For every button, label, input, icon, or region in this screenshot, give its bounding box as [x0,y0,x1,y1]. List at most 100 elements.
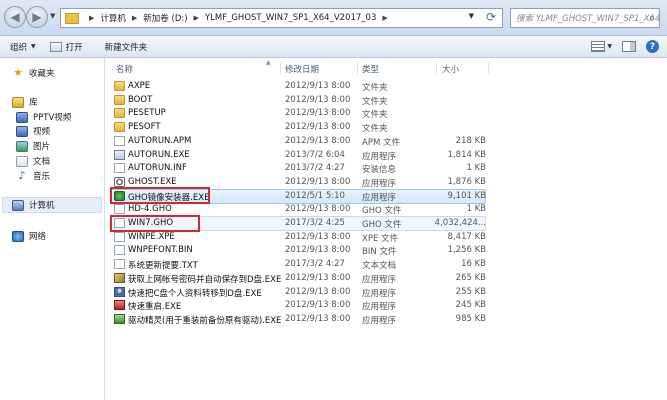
nav-pptv[interactable]: PPTV视频 [16,111,71,123]
back-button[interactable]: ◀ [4,6,26,28]
file-name: AUTORUN.EXE [128,149,190,160]
open-button[interactable]: 打开 [49,41,83,53]
nav-videos-label: 视频 [33,127,51,137]
file-row[interactable]: 驱动精灵(用于重装前备份原有驱动).EXE 2012/9/13 8:00 应用程序 9… [106,313,667,326]
file-size: 9,101 KB [447,190,486,201]
column-divider[interactable] [280,62,281,74]
column-type[interactable]: 类型 [362,63,379,75]
file-icon [114,163,125,174]
file-row[interactable]: AUTORUN.APM 2012/9/13 8:00 APM 文件 218 KB [106,135,667,148]
column-name[interactable]: 名称 [116,63,133,75]
file-row[interactable]: AXPE 2012/9/13 8:00 文件夹 [106,80,667,93]
search-input[interactable]: 搜索 YLMF_GHOST_WIN7_SP1_X64_... ⌕ [510,8,660,28]
file-row[interactable]: PESOFT 2012/9/13 8:00 文件夹 [106,121,667,134]
search-placeholder: 搜索 YLMF_GHOST_WIN7_SP1_X64_... [516,14,660,24]
file-type: 应用程序 [362,151,397,162]
file-row[interactable]: PESETUP 2012/9/13 8:00 文件夹 [106,107,667,120]
file-icon [114,231,125,242]
nav-music[interactable]: ♪ 音乐 [16,169,50,182]
video-icon [16,125,28,137]
file-name: PESOFT [128,122,161,133]
file-row[interactable]: AUTORUN.EXE 2013/7/2 6:04 应用程序 1,814 KB [106,149,667,162]
file-row[interactable]: 获取上网帐号密码并自动保存到D盘.EXE 2012/9/13 8:00 应用程序 26… [106,272,667,285]
change-view-icon[interactable] [591,41,606,52]
address-field[interactable]: ▶ 计算机 ▶ 新加卷 (D:) ▶ YLMF_GHOST_WIN7_SP1_X… [60,8,503,28]
preview-pane-icon[interactable] [622,41,636,52]
breadcrumb-folder[interactable]: YLMF_GHOST_WIN7_SP1_X64_V2017_03 [205,13,376,23]
nav-pictures[interactable]: 图片 [16,140,50,152]
file-name: AXPE [128,81,151,91]
file-type: GHO 文件 [362,220,402,230]
file-row[interactable]: 快速重启.EXE 2012/9/13 8:00 应用程序 245 KB [106,299,667,312]
nav-computer[interactable]: 计算机 [12,199,55,211]
file-modified-date: 2012/9/13 8:00 [285,272,351,283]
document-icon [16,155,28,167]
column-divider[interactable] [357,62,358,74]
column-modified[interactable]: 修改日期 [285,63,319,75]
file-type: 安装信息 [362,165,397,176]
breadcrumb-computer[interactable]: 计算机 [100,12,126,24]
organize-button[interactable]: 组织 ▼ [10,41,36,53]
help-icon[interactable]: ? [646,40,659,53]
file-name: 快速重启.EXE [128,302,182,313]
forward-arrow-icon: ▶ [32,10,42,24]
star-icon: ★ [13,66,23,79]
command-bar: 组织 ▼ 打开 新建文件夹 ▼ ? [0,36,667,58]
column-divider[interactable] [488,62,489,74]
file-modified-date: 2017/3/2 4:27 [285,259,345,270]
nav-documents[interactable]: 文档 [16,155,50,167]
recent-pages-dropdown-icon[interactable]: ▼ [50,12,58,22]
chevron-right-icon[interactable]: ▶ [194,14,199,22]
view-options-chevron-icon[interactable]: ▼ [607,43,612,50]
file-icon [114,245,125,256]
nav-favorites[interactable]: ★ 收藏夹 [12,66,54,79]
nav-videos[interactable]: 视频 [16,125,50,137]
file-modified-date: 2012/9/13 8:00 [285,122,351,133]
file-modified-date: 2012/9/13 8:00 [285,231,351,242]
file-row[interactable]: WNPEFONT.BIN 2012/9/13 8:00 BIN 文件 1,256 KB [106,244,667,257]
breadcrumb-drive-d[interactable]: 新加卷 (D:) [143,12,187,24]
file-row[interactable]: 快速把C盘个人资料转移到D盘.EXE 2012/9/13 8:00 应用程序 255 … [106,286,667,299]
file-type: 文本文档 [362,261,397,272]
music-icon: ♪ [18,169,26,182]
column-divider[interactable] [436,62,437,74]
file-size: 8,417 KB [447,231,486,242]
new-folder-button[interactable]: 新建文件夹 [105,41,148,53]
nav-documents-label: 文档 [33,157,51,167]
file-size: 1,814 KB [447,149,486,160]
highlight-box-gho-installer [110,187,210,204]
chevron-right-icon[interactable]: ▶ [382,14,387,22]
file-row[interactable]: 系统更新提要.TXT 2017/3/2 4:27 文本文档 16 KB [106,258,667,271]
file-modified-date: 2012/9/13 8:00 [285,300,351,311]
column-headers: ▲ 名称 修改日期 类型 大小 [106,59,667,76]
file-size: 16 KB [461,259,486,270]
file-modified-date: 2012/9/13 8:00 [285,135,351,146]
file-name: GHOST.EXE [128,176,177,187]
file-row[interactable]: BOOT 2012/9/13 8:00 文件夹 [106,94,667,107]
nav-pptv-label: PPTV视频 [33,113,72,123]
address-dropdown-icon[interactable]: ▼ [469,12,474,20]
refresh-icon[interactable]: ⟳ [486,10,496,24]
file-modified-date: 2012/9/13 8:00 [285,286,351,297]
pptv-video-icon [16,111,28,123]
chevron-right-icon[interactable]: ▶ [89,14,94,22]
column-size[interactable]: 大小 [442,63,459,75]
forward-button[interactable]: ▶ [26,6,48,28]
file-type: APM 文件 [362,137,400,148]
file-size: 1,876 KB [447,176,486,187]
nav-library[interactable]: 库 [12,96,38,108]
organize-label: 组织 [10,42,28,53]
sort-ascending-icon: ▲ [266,59,271,66]
open-icon [49,41,62,52]
nav-network[interactable]: 网络 [12,230,46,242]
file-type: 应用程序 [362,192,397,203]
file-size: 985 KB [455,313,486,324]
chevron-right-icon[interactable]: ▶ [132,14,137,22]
file-row[interactable]: WINPE.XPE 2012/9/13 8:00 XPE 文件 8,417 KB [106,231,667,244]
file-type: 应用程序 [362,302,397,313]
search-icon[interactable]: ⌕ [649,11,655,25]
nav-network-label: 网络 [29,232,47,242]
file-type: 应用程序 [362,178,397,189]
file-row[interactable]: AUTORUN.INF 2013/7/2 4:27 安装信息 1 KB [106,162,667,175]
file-size: 1 KB [466,204,486,215]
